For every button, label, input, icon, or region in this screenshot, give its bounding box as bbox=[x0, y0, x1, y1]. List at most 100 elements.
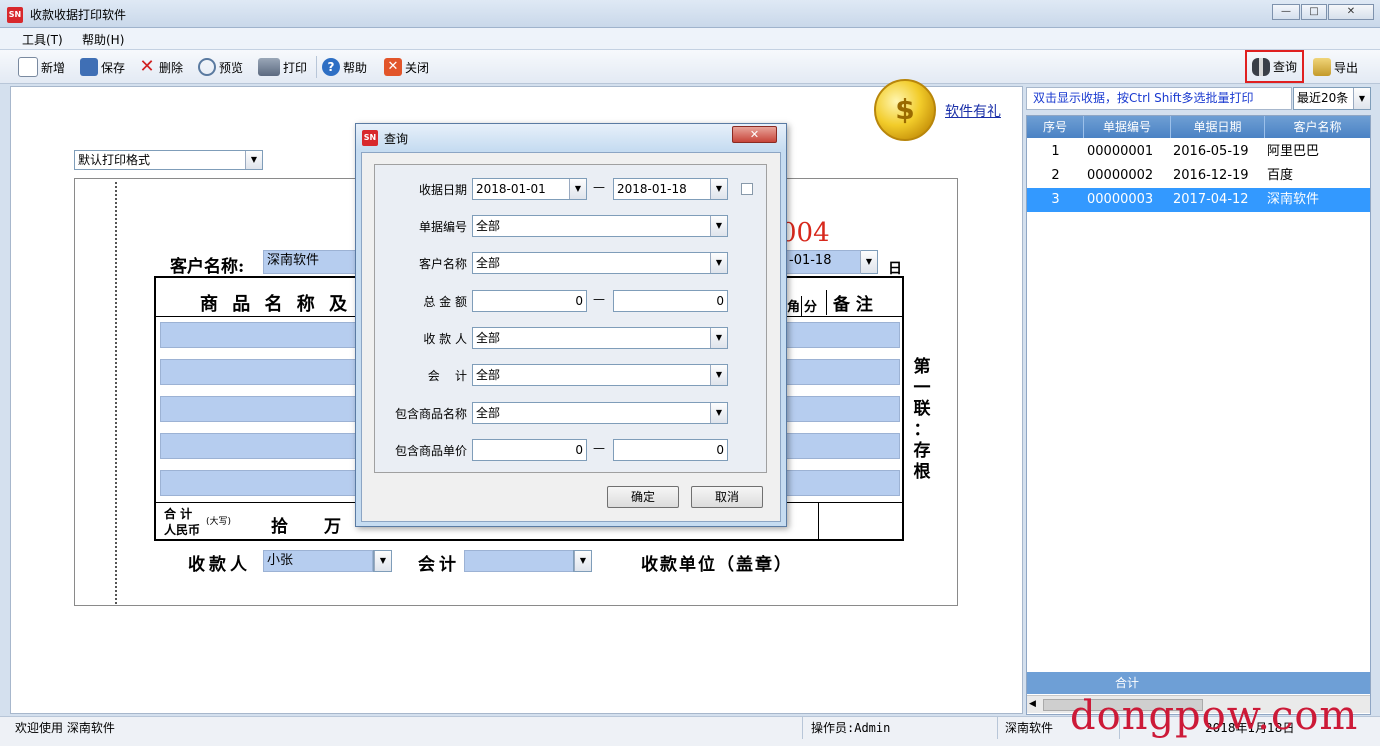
date-label: 收据日期 bbox=[418, 183, 467, 197]
print-format-select[interactable]: 默认打印格式 ▼ bbox=[74, 150, 263, 170]
amount-from-field[interactable]: 0 bbox=[472, 290, 587, 312]
customer-value: 全部 bbox=[476, 256, 501, 270]
new-button-label: 新增 bbox=[41, 60, 66, 75]
printer-icon bbox=[258, 58, 280, 76]
export-button-label: 导出 bbox=[1334, 60, 1359, 75]
minimize-button[interactable]: — bbox=[1272, 4, 1300, 20]
row-customer: 百度 bbox=[1267, 168, 1294, 183]
toolbar: 新增 保存 ✕ 删除 预览 打印 ? 帮助 ✕ 关闭 查询 导出 bbox=[0, 50, 1380, 84]
print-format-value: 默认打印格式 bbox=[78, 153, 151, 167]
help-question-icon: ? bbox=[322, 58, 340, 76]
dialog-title: 查询 bbox=[384, 132, 409, 146]
column-header[interactable]: 序号 bbox=[1027, 116, 1084, 138]
row-number: 00000003 bbox=[1087, 192, 1154, 207]
delete-button[interactable]: ✕ 删除 bbox=[138, 56, 183, 78]
delete-x-icon: ✕ bbox=[139, 56, 155, 77]
query-button[interactable]: 查询 bbox=[1245, 50, 1305, 83]
menu-help[interactable]: 帮助(H) bbox=[82, 31, 124, 48]
new-button[interactable]: 新增 bbox=[18, 56, 65, 78]
cancel-button[interactable]: 取消 bbox=[691, 486, 763, 508]
stub-char: 联 bbox=[913, 399, 931, 419]
close-button-label: 关闭 bbox=[405, 60, 430, 75]
table-divider bbox=[818, 502, 819, 539]
payee-label: 收款人 bbox=[188, 555, 251, 575]
total-row-label: 合计 bbox=[1115, 676, 1140, 690]
print-button[interactable]: 打印 bbox=[258, 56, 307, 78]
row-customer: 深南软件 bbox=[1267, 192, 1320, 207]
export-button[interactable]: 导出 bbox=[1313, 56, 1358, 78]
preview-button[interactable]: 预览 bbox=[198, 56, 243, 78]
save-button-label: 保存 bbox=[101, 60, 126, 75]
goods-name-select[interactable]: 全部 ▼ bbox=[472, 402, 728, 424]
column-header[interactable]: 单据日期 bbox=[1171, 116, 1265, 138]
list-row[interactable]: 1 00000001 2016-05-19 阿里巴巴 bbox=[1027, 140, 1370, 164]
save-button[interactable]: 保存 bbox=[80, 56, 125, 78]
price-from-field[interactable]: 0 bbox=[472, 439, 587, 461]
date-from-field[interactable]: 2018-01-01 ▼ bbox=[472, 178, 587, 200]
title-bar: SN 收款收据打印软件 — □ ✕ bbox=[0, 0, 1380, 28]
stub-char: 存 bbox=[913, 441, 931, 461]
number-value: 全部 bbox=[476, 219, 501, 233]
list-header: 序号 单据编号 单据日期 客户名称 bbox=[1027, 116, 1370, 138]
column-header[interactable]: 单据编号 bbox=[1084, 116, 1171, 138]
receipt-date-dropdown[interactable]: ▼ bbox=[860, 250, 878, 274]
ok-button[interactable]: 确定 bbox=[607, 486, 679, 508]
gift-link[interactable]: 软件有礼 bbox=[945, 101, 1001, 121]
help-button-label: 帮助 bbox=[343, 60, 368, 75]
chevron-down-icon: ▼ bbox=[710, 253, 727, 273]
chevron-down-icon: ▼ bbox=[860, 251, 877, 273]
receipt-date-field[interactable]: -01-18 bbox=[785, 250, 865, 274]
accountant-dropdown[interactable]: ▼ bbox=[573, 550, 592, 572]
close-window-button[interactable]: ✕ bbox=[1328, 4, 1374, 20]
row-number: 00000001 bbox=[1087, 144, 1154, 159]
window-title: 收款收据打印软件 bbox=[30, 8, 127, 22]
menu-tools[interactable]: 工具(T) bbox=[22, 31, 63, 48]
help-button[interactable]: ? 帮助 bbox=[322, 56, 367, 78]
date-checkbox[interactable] bbox=[741, 183, 753, 195]
query-form: 收据日期 2018-01-01 ▼ — 2018-01-18 ▼ 单据编号 全部… bbox=[374, 164, 767, 473]
stub-char: 一 bbox=[913, 378, 931, 398]
list-row-selected[interactable]: 3 00000003 2017-04-12 深南软件 bbox=[1027, 188, 1370, 212]
customer-select[interactable]: 全部 ▼ bbox=[472, 252, 728, 274]
chevron-down-icon: ▼ bbox=[710, 179, 727, 199]
maximize-button[interactable]: □ bbox=[1301, 4, 1327, 20]
rmb-label: 人民币 bbox=[164, 523, 201, 537]
recent-count-select[interactable]: 最近20条 ▼ bbox=[1293, 87, 1371, 110]
customer-label: 客户名称: bbox=[170, 257, 245, 277]
range-dash: — bbox=[593, 441, 605, 455]
total-label: 合 计 bbox=[164, 507, 193, 521]
copy-stub-label: 第 一 联 ： 存 根 bbox=[912, 357, 932, 483]
scroll-left-icon[interactable]: ◀ bbox=[1029, 699, 1036, 709]
number-select[interactable]: 全部 ▼ bbox=[472, 215, 728, 237]
chevron-down-icon: ▼ bbox=[710, 365, 727, 385]
goods-name-value: 全部 bbox=[476, 406, 501, 420]
list-row[interactable]: 2 00000002 2016-12-19 百度 bbox=[1027, 164, 1370, 188]
accountant-field[interactable] bbox=[464, 550, 574, 572]
payee-select[interactable]: 全部 ▼ bbox=[472, 327, 728, 349]
customer-name-label: 客户名称 bbox=[418, 257, 467, 271]
amount-to-field[interactable]: 0 bbox=[613, 290, 728, 312]
tear-line bbox=[115, 182, 117, 604]
row-seq: 1 bbox=[1051, 144, 1060, 159]
binoculars-icon bbox=[1252, 57, 1270, 76]
date-to-field[interactable]: 2018-01-18 ▼ bbox=[613, 178, 728, 200]
accountant-select[interactable]: 全部 ▼ bbox=[472, 364, 728, 386]
date-to-value: 2018-01-18 bbox=[617, 182, 687, 196]
remark-column-header: 备 注 bbox=[826, 290, 904, 315]
range-dash: — bbox=[593, 180, 605, 194]
range-dash: — bbox=[593, 292, 605, 306]
accountant-label: 会计 bbox=[418, 555, 460, 575]
accountant-value: 全部 bbox=[476, 368, 501, 382]
price-to-field[interactable]: 0 bbox=[613, 439, 728, 461]
export-icon bbox=[1313, 58, 1331, 76]
close-button[interactable]: ✕ 关闭 bbox=[384, 56, 429, 78]
payee-field[interactable]: 小张 bbox=[263, 550, 373, 572]
row-number: 00000002 bbox=[1087, 168, 1154, 183]
dialog-title-bar: SN 查询 ✕ bbox=[356, 124, 786, 150]
payee-dropdown[interactable]: ▼ bbox=[373, 550, 392, 572]
dialog-close-button[interactable]: ✕ bbox=[732, 126, 777, 143]
day-label: 日 bbox=[888, 261, 902, 277]
magnifier-icon bbox=[198, 58, 216, 76]
column-header[interactable]: 客户名称 bbox=[1265, 116, 1370, 138]
gift-coin-icon[interactable]: $ bbox=[874, 79, 936, 141]
